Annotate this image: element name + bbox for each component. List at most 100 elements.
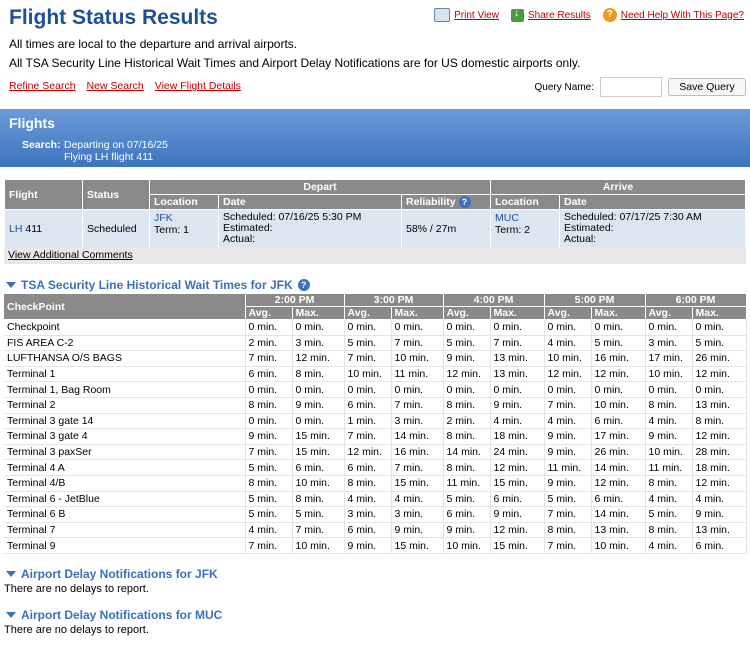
wait-time-cell: 8 min.	[645, 522, 693, 539]
avg-header: Avg.	[344, 306, 392, 320]
flights-panel: Flights Search: Departing on 07/16/25 Fl…	[0, 109, 750, 167]
wait-time-cell: 6 min.	[490, 491, 545, 508]
checkpoint-row: Terminal 3 paxSer 7 min. 15 min. 12 min. 16 …	[4, 444, 747, 461]
query-name-input[interactable]	[600, 77, 662, 97]
help-link[interactable]: ? Need Help With This Page?	[602, 8, 744, 22]
help-label[interactable]: Need Help With This Page?	[621, 10, 744, 21]
wait-time-cell: 4 min.	[544, 413, 592, 430]
wait-time-cell: 12 min.	[443, 366, 491, 383]
comments-bar: View Additional Comments	[4, 247, 746, 264]
wait-time-cell: 16 min.	[591, 350, 646, 367]
jfk-delay-title: Airport Delay Notifications for JFK	[21, 567, 218, 581]
wait-time-cell: 5 min.	[692, 335, 747, 352]
wait-time-cell: 3 min.	[645, 335, 693, 352]
wait-time-cell: 6 min.	[245, 366, 293, 383]
wait-time-cell: 12 min.	[490, 522, 545, 539]
wait-time-cell: 13 min.	[692, 397, 747, 414]
wait-time-cell: 3 min.	[292, 335, 345, 352]
flight-status: Scheduled	[82, 209, 150, 248]
wait-time-cell: 26 min.	[692, 350, 747, 367]
wait-time-cell: 9 min.	[443, 350, 491, 367]
checkpoint-name: Terminal 1, Bag Room	[4, 381, 246, 398]
query-name-label: Query Name:	[534, 81, 594, 93]
search-date: Departing on 07/16/25	[64, 139, 168, 151]
arrive-location-header: Location	[490, 194, 560, 210]
wait-time-cell: 14 min.	[591, 506, 646, 523]
new-search-link[interactable]: New Search	[87, 80, 144, 92]
wait-time-cell: 6 min.	[344, 459, 392, 476]
wait-time-cell: 9 min.	[490, 397, 545, 414]
share-results-label[interactable]: Share Results	[528, 10, 591, 21]
wait-time-cell: 10 min.	[645, 366, 693, 383]
wait-time-cell: 14 min.	[391, 428, 444, 445]
wait-time-cell: 0 min.	[245, 381, 293, 398]
reliability-help-icon[interactable]: ?	[458, 196, 471, 208]
checkpoint-row: LUFTHANSA O/S BAGS 7 min. 12 min. 7 min. 10 …	[4, 350, 747, 367]
wait-time-cell: 10 min.	[391, 350, 444, 367]
page-title: Flight Status Results	[9, 6, 218, 29]
search-criteria: Departing on 07/16/25 Flying LH flight 4…	[64, 139, 168, 163]
wait-time-cell: 8 min.	[544, 522, 592, 539]
save-query-button[interactable]: Save Query	[668, 78, 746, 96]
avg-header: Avg.	[245, 306, 293, 320]
collapse-triangle-icon	[6, 612, 16, 618]
arrive-header: Arrive	[490, 179, 746, 195]
arrive-airport-link[interactable]: MUC	[495, 212, 555, 224]
avg-header: Avg.	[443, 306, 491, 320]
flight-table: Flight Status Depart Arrive Location Dat…	[4, 179, 746, 248]
checkpoint-name: Terminal 4 A	[4, 459, 246, 476]
checkpoint-name: Terminal 3 gate 14	[4, 413, 246, 430]
view-comments-link[interactable]: View Additional Comments	[8, 249, 133, 261]
wait-time-cell: 7 min.	[245, 537, 293, 554]
arrive-actual: Actual:	[564, 233, 597, 245]
search-label: Search:	[22, 139, 61, 151]
wait-time-cell: 8 min.	[292, 366, 345, 383]
printer-icon	[434, 8, 451, 22]
depart-airport-link[interactable]: JFK	[154, 212, 214, 224]
print-view-label[interactable]: Print View	[454, 10, 499, 21]
tsa-section-header[interactable]: TSA Security Line Historical Wait Times …	[6, 278, 310, 292]
wait-time-cell: 0 min.	[391, 319, 444, 336]
wait-time-cell: 0 min.	[490, 381, 545, 398]
wait-time-cell: 6 min.	[344, 522, 392, 539]
search-actions: Refine Search New Search View Flight Det…	[9, 80, 241, 92]
wait-time-cell: 8 min.	[692, 413, 747, 430]
view-flight-details-link[interactable]: View Flight Details	[155, 80, 241, 92]
top-toolbar: Print View Share Results ? Need Help Wit…	[434, 7, 744, 22]
print-view-link[interactable]: Print View	[434, 8, 499, 22]
wait-time-cell: 15 min.	[391, 475, 444, 492]
tsa-title: TSA Security Line Historical Wait Times …	[21, 278, 293, 292]
refine-search-link[interactable]: Refine Search	[9, 80, 76, 92]
wait-time-cell: 4 min.	[645, 537, 693, 554]
wait-time-cell: 5 min.	[443, 491, 491, 508]
checkpoint-row: FIS AREA C-2 2 min. 3 min. 5 min. 7 min. 5 mi…	[4, 335, 747, 352]
jfk-delay-text: There are no delays to report.	[4, 583, 149, 595]
wait-time-cell: 0 min.	[245, 413, 293, 430]
wait-time-cell: 9 min.	[344, 537, 392, 554]
checkpoint-row: Terminal 6 B5 min. 5 min. 3 min. 3 min. 6 mi…	[4, 506, 747, 523]
wait-time-cell: 5 min.	[591, 335, 646, 352]
wait-time-cell: 1 min.	[344, 413, 392, 430]
wait-time-cell: 17 min.	[645, 350, 693, 367]
wait-time-cell: 9 min.	[391, 522, 444, 539]
wait-time-cell: 0 min.	[645, 319, 693, 336]
wait-time-cell: 7 min.	[544, 397, 592, 414]
wait-time-cell: 6 min.	[344, 397, 392, 414]
wait-time-cell: 2 min.	[443, 413, 491, 430]
muc-delay-header[interactable]: Airport Delay Notifications for MUC	[6, 608, 222, 622]
tsa-help-icon[interactable]: ?	[297, 279, 310, 291]
wait-time-cell: 8 min.	[645, 397, 693, 414]
checkpoint-row: Terminal 4 A5 min. 6 min. 6 min. 7 min. 8 mi…	[4, 459, 747, 476]
wait-time-cell: 4 min.	[344, 491, 392, 508]
wait-time-cell: 0 min.	[245, 319, 293, 336]
wait-time-cell: 13 min.	[490, 366, 545, 383]
arrive-date-cell: Scheduled: 07/17/25 7:30 AM Estimated: A…	[559, 209, 746, 248]
wait-time-cell: 5 min.	[443, 335, 491, 352]
airline-link[interactable]: LH	[9, 223, 22, 235]
depart-location-header: Location	[149, 194, 219, 210]
jfk-delay-header[interactable]: Airport Delay Notifications for JFK	[6, 567, 218, 581]
wait-time-cell: 12 min.	[292, 350, 345, 367]
wait-time-cell: 10 min.	[544, 350, 592, 367]
share-results-link[interactable]: Share Results	[510, 7, 591, 22]
wait-time-cell: 10 min.	[443, 537, 491, 554]
